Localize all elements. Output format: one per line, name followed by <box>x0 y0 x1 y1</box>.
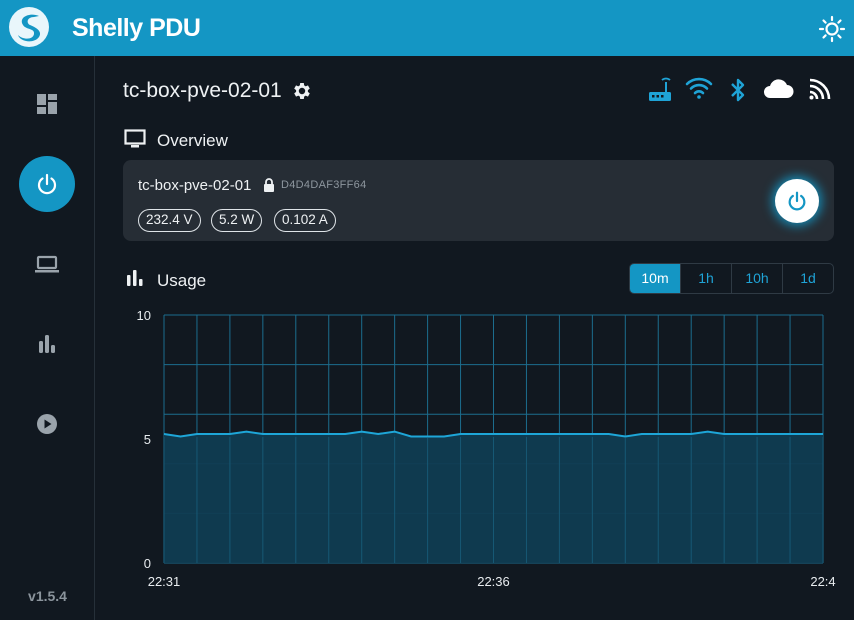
nav-device[interactable] <box>19 236 75 292</box>
range-10h-button[interactable]: 10h <box>732 264 783 293</box>
time-range-selector: 10m 1h 10h 1d <box>629 263 834 294</box>
usage-title: Usage <box>157 271 207 290</box>
power-badge: 5.2 W <box>211 209 263 232</box>
x-tick-label: 22:4 <box>810 574 835 589</box>
laptop-icon <box>35 255 59 273</box>
dashboard-icon <box>37 94 57 114</box>
y-tick-label: 5 <box>144 432 151 447</box>
voltage-badge: 232.4 V <box>138 209 201 232</box>
monitor-icon <box>124 129 146 148</box>
ethernet-router-icon <box>649 77 671 101</box>
y-tick-label: 0 <box>144 556 151 571</box>
device-title: tc-box-pve-02-01 <box>123 79 282 102</box>
power-icon <box>37 173 57 195</box>
sidebar: v1.5.4 <box>0 56 95 620</box>
range-1d-button[interactable]: 1d <box>783 264 833 293</box>
nav-scripts[interactable] <box>19 396 75 452</box>
play-circle-icon <box>37 414 57 434</box>
app-version: v1.5.4 <box>28 588 67 604</box>
bar-chart-icon <box>127 270 143 286</box>
device-overview-card: tc-box-pve-02-01 D4D4DAF3FF64 232.4 V 5.… <box>123 160 834 241</box>
nav-power[interactable] <box>19 156 75 212</box>
rss-feed-icon <box>809 78 831 100</box>
power-toggle-button[interactable] <box>775 179 819 223</box>
nav-dashboard[interactable] <box>19 76 75 132</box>
card-device-name: tc-box-pve-02-01 <box>138 177 252 194</box>
range-1h-button[interactable]: 1h <box>681 264 732 293</box>
current-badge: 0.102 A <box>274 209 336 232</box>
usage-chart: 0 5 10 22:31 22:36 22:4 <box>137 308 836 589</box>
bluetooth-icon <box>731 78 745 102</box>
bar-chart-icon <box>39 335 55 353</box>
x-tick-label: 22:36 <box>477 574 510 589</box>
range-10m-button[interactable]: 10m <box>630 264 681 293</box>
overview-title: Overview <box>157 131 228 150</box>
device-id: D4D4DAF3FF64 <box>281 179 367 191</box>
shelly-logo <box>9 7 49 47</box>
power-icon <box>788 191 806 211</box>
cloud-icon <box>764 79 794 98</box>
lock-icon <box>264 178 274 192</box>
nav-statistics[interactable] <box>19 316 75 372</box>
y-tick-label: 10 <box>137 308 151 323</box>
sun-icon[interactable] <box>818 15 846 43</box>
x-tick-label: 22:31 <box>148 574 181 589</box>
wifi-icon <box>685 77 713 99</box>
gear-icon[interactable] <box>291 80 313 102</box>
top-app-bar: Shelly PDU <box>0 0 854 56</box>
app-title: Shelly PDU <box>72 14 201 42</box>
